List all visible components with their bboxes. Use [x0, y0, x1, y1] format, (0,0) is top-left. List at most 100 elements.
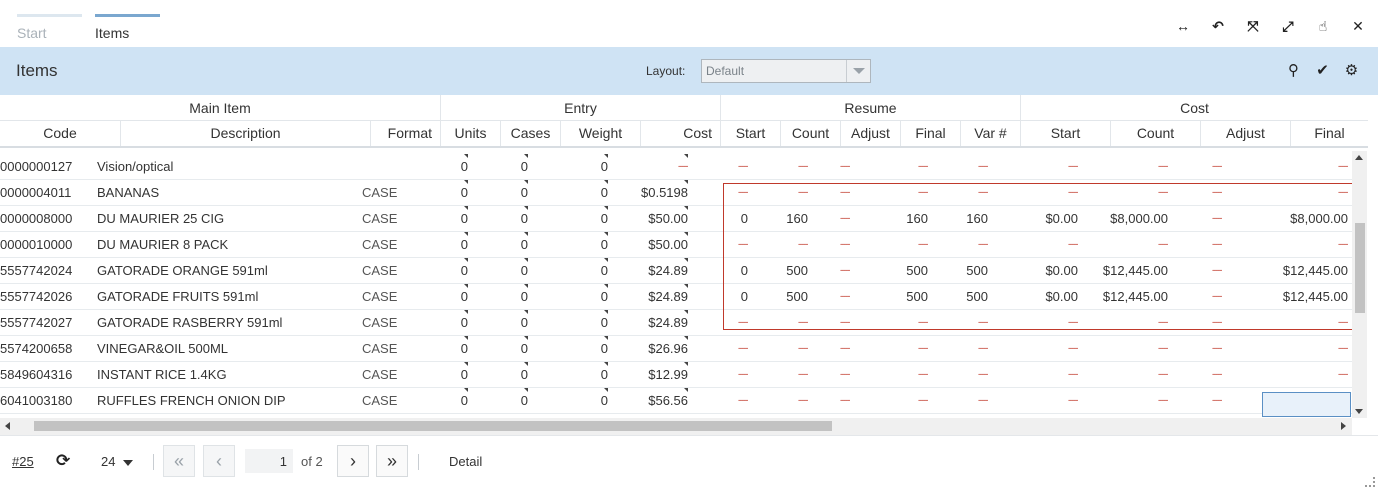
col-resume-var[interactable]: Var #	[960, 121, 1020, 146]
table-row[interactable]: 5574200658 VINEGAR&OIL 500ML CASE 0 0 0 $26.96…	[0, 336, 1352, 362]
detail-button[interactable]: Detail	[449, 454, 482, 469]
cell-description[interactable]: RUFFLES FRENCH ONION DIP	[97, 388, 357, 413]
table-row[interactable]: 0000000127 Vision/optical 0 0 0 ----- ----- ---…	[0, 154, 1352, 180]
cell-format[interactable]: CASE	[362, 310, 432, 335]
cell-cost[interactable]: $50.00	[620, 206, 688, 231]
cell-r-start[interactable]: -----	[710, 388, 748, 413]
next-page-button[interactable]: ›	[337, 445, 369, 477]
cell-r-var[interactable]: -----	[950, 362, 988, 387]
cell-c-final[interactable]: -----	[1260, 362, 1348, 387]
cell-cost[interactable]: $24.89	[620, 310, 688, 335]
cell-format[interactable]: CASE	[362, 362, 432, 387]
col-resume-final[interactable]: Final	[900, 121, 960, 146]
record-count-link[interactable]: #25	[12, 454, 34, 469]
cell-format[interactable]: CASE	[362, 232, 432, 257]
cell-description[interactable]: BANANAS	[97, 180, 357, 205]
cell-cost[interactable]: $50.00	[620, 232, 688, 257]
cell-description[interactable]: INSTANT RICE 1.4KG	[97, 362, 357, 387]
cell-weight[interactable]: 0	[560, 232, 608, 257]
cell-r-count[interactable]: -----	[770, 362, 808, 387]
undo-icon[interactable]: ↶	[1210, 18, 1226, 34]
cell-r-var[interactable]: -----	[950, 388, 988, 413]
cell-cost[interactable]: $24.89	[620, 284, 688, 309]
col-cost-start[interactable]: Start	[1020, 121, 1110, 146]
cell-code[interactable]: 6041003180	[0, 388, 95, 413]
cell-weight[interactable]: 0	[560, 284, 608, 309]
col-resume-count[interactable]: Count	[780, 121, 840, 146]
selected-cell[interactable]	[1262, 392, 1351, 417]
tab-items[interactable]: Items	[95, 14, 160, 44]
cell-code[interactable]: 0000000127	[0, 154, 95, 179]
cell-c-final[interactable]: -----	[1260, 336, 1348, 361]
cell-c-final[interactable]: -----	[1260, 154, 1348, 179]
cell-r-adjust[interactable]: -----	[830, 336, 850, 361]
cell-code[interactable]: 0000010000	[0, 232, 95, 257]
cell-c-count[interactable]: -----	[1100, 336, 1168, 361]
layout-select[interactable]: Default	[701, 59, 871, 83]
cell-weight[interactable]: 0	[560, 154, 608, 179]
col-code[interactable]: Code	[0, 121, 120, 146]
col-entry-cost[interactable]: Cost	[640, 121, 720, 146]
scroll-up-icon[interactable]	[1355, 155, 1363, 160]
check-icon[interactable]: ✔	[1314, 62, 1331, 79]
cell-code[interactable]: 0000004011	[0, 180, 95, 205]
cell-description[interactable]: GATORADE ORANGE 591ml	[97, 258, 357, 283]
cell-c-adjust[interactable]: -----	[1200, 336, 1222, 361]
cell-r-count[interactable]: -----	[770, 154, 808, 179]
cell-description[interactable]: VINEGAR&OIL 500ML	[97, 336, 357, 361]
col-weight[interactable]: Weight	[560, 121, 640, 146]
cell-weight[interactable]: 0	[560, 258, 608, 283]
last-page-button[interactable]: »	[376, 445, 408, 477]
cell-code[interactable]: 5574200658	[0, 336, 95, 361]
col-format[interactable]: Format	[370, 121, 440, 146]
col-cost-count[interactable]: Count	[1110, 121, 1200, 146]
cell-weight[interactable]: 0	[560, 362, 608, 387]
refresh-icon[interactable]: ⟳	[56, 452, 74, 470]
cell-c-adjust[interactable]: -----	[1200, 154, 1222, 179]
scroll-right-icon[interactable]	[1341, 422, 1346, 430]
cell-c-adjust[interactable]: -----	[1200, 388, 1222, 413]
page-size-select[interactable]: 24	[101, 454, 134, 469]
cell-c-count[interactable]: -----	[1100, 388, 1168, 413]
cell-weight[interactable]: 0	[560, 310, 608, 335]
gears-icon[interactable]: ⚙	[1343, 62, 1360, 79]
scroll-down-icon[interactable]	[1355, 409, 1363, 414]
cell-code[interactable]: 5557742024	[0, 258, 95, 283]
vertical-scrollbar[interactable]	[1352, 151, 1367, 418]
page-number-input[interactable]	[245, 449, 293, 473]
horizontal-scroll-thumb[interactable]	[34, 421, 832, 431]
cell-r-var[interactable]: -----	[950, 154, 988, 179]
cell-r-adjust[interactable]: -----	[830, 362, 850, 387]
cell-code[interactable]: 5557742026	[0, 284, 95, 309]
cell-r-count[interactable]: -----	[770, 336, 808, 361]
cell-description[interactable]: DU MAURIER 25 CIG	[97, 206, 357, 231]
cell-format[interactable]: CASE	[362, 180, 432, 205]
close-icon[interactable]: ✕	[1350, 18, 1366, 34]
cell-weight[interactable]: 0	[560, 180, 608, 205]
cell-code[interactable]: 0000008000	[0, 206, 95, 231]
cell-r-var[interactable]: -----	[950, 336, 988, 361]
cell-format[interactable]: CASE	[362, 284, 432, 309]
cell-c-start[interactable]: -----	[1020, 388, 1078, 413]
cell-r-start[interactable]: -----	[710, 336, 748, 361]
cell-r-final[interactable]: -----	[890, 336, 928, 361]
previous-page-button[interactable]: ‹	[203, 445, 235, 477]
col-units[interactable]: Units	[440, 121, 500, 146]
cell-cost[interactable]: $56.56	[620, 388, 688, 413]
cell-description[interactable]: GATORADE FRUITS 591ml	[97, 284, 357, 309]
cell-r-start[interactable]: -----	[710, 362, 748, 387]
cell-r-adjust[interactable]: -----	[830, 154, 850, 179]
expand-icon[interactable]: ⤢	[1280, 18, 1296, 34]
col-cost-adjust[interactable]: Adjust	[1200, 121, 1290, 146]
cell-c-count[interactable]: -----	[1100, 362, 1168, 387]
cell-c-start[interactable]: -----	[1020, 362, 1078, 387]
cell-format[interactable]: CASE	[362, 336, 432, 361]
cell-description[interactable]: DU MAURIER 8 PACK	[97, 232, 357, 257]
col-resume-start[interactable]: Start	[720, 121, 780, 146]
tab-start[interactable]: Start	[17, 14, 82, 44]
cell-r-start[interactable]: -----	[710, 154, 748, 179]
swap-horizontal-icon[interactable]: ↔	[1175, 18, 1191, 34]
compress-icon[interactable]: ⤧	[1245, 18, 1261, 34]
first-page-button[interactable]: «	[163, 445, 195, 477]
cell-r-final[interactable]: -----	[890, 362, 928, 387]
